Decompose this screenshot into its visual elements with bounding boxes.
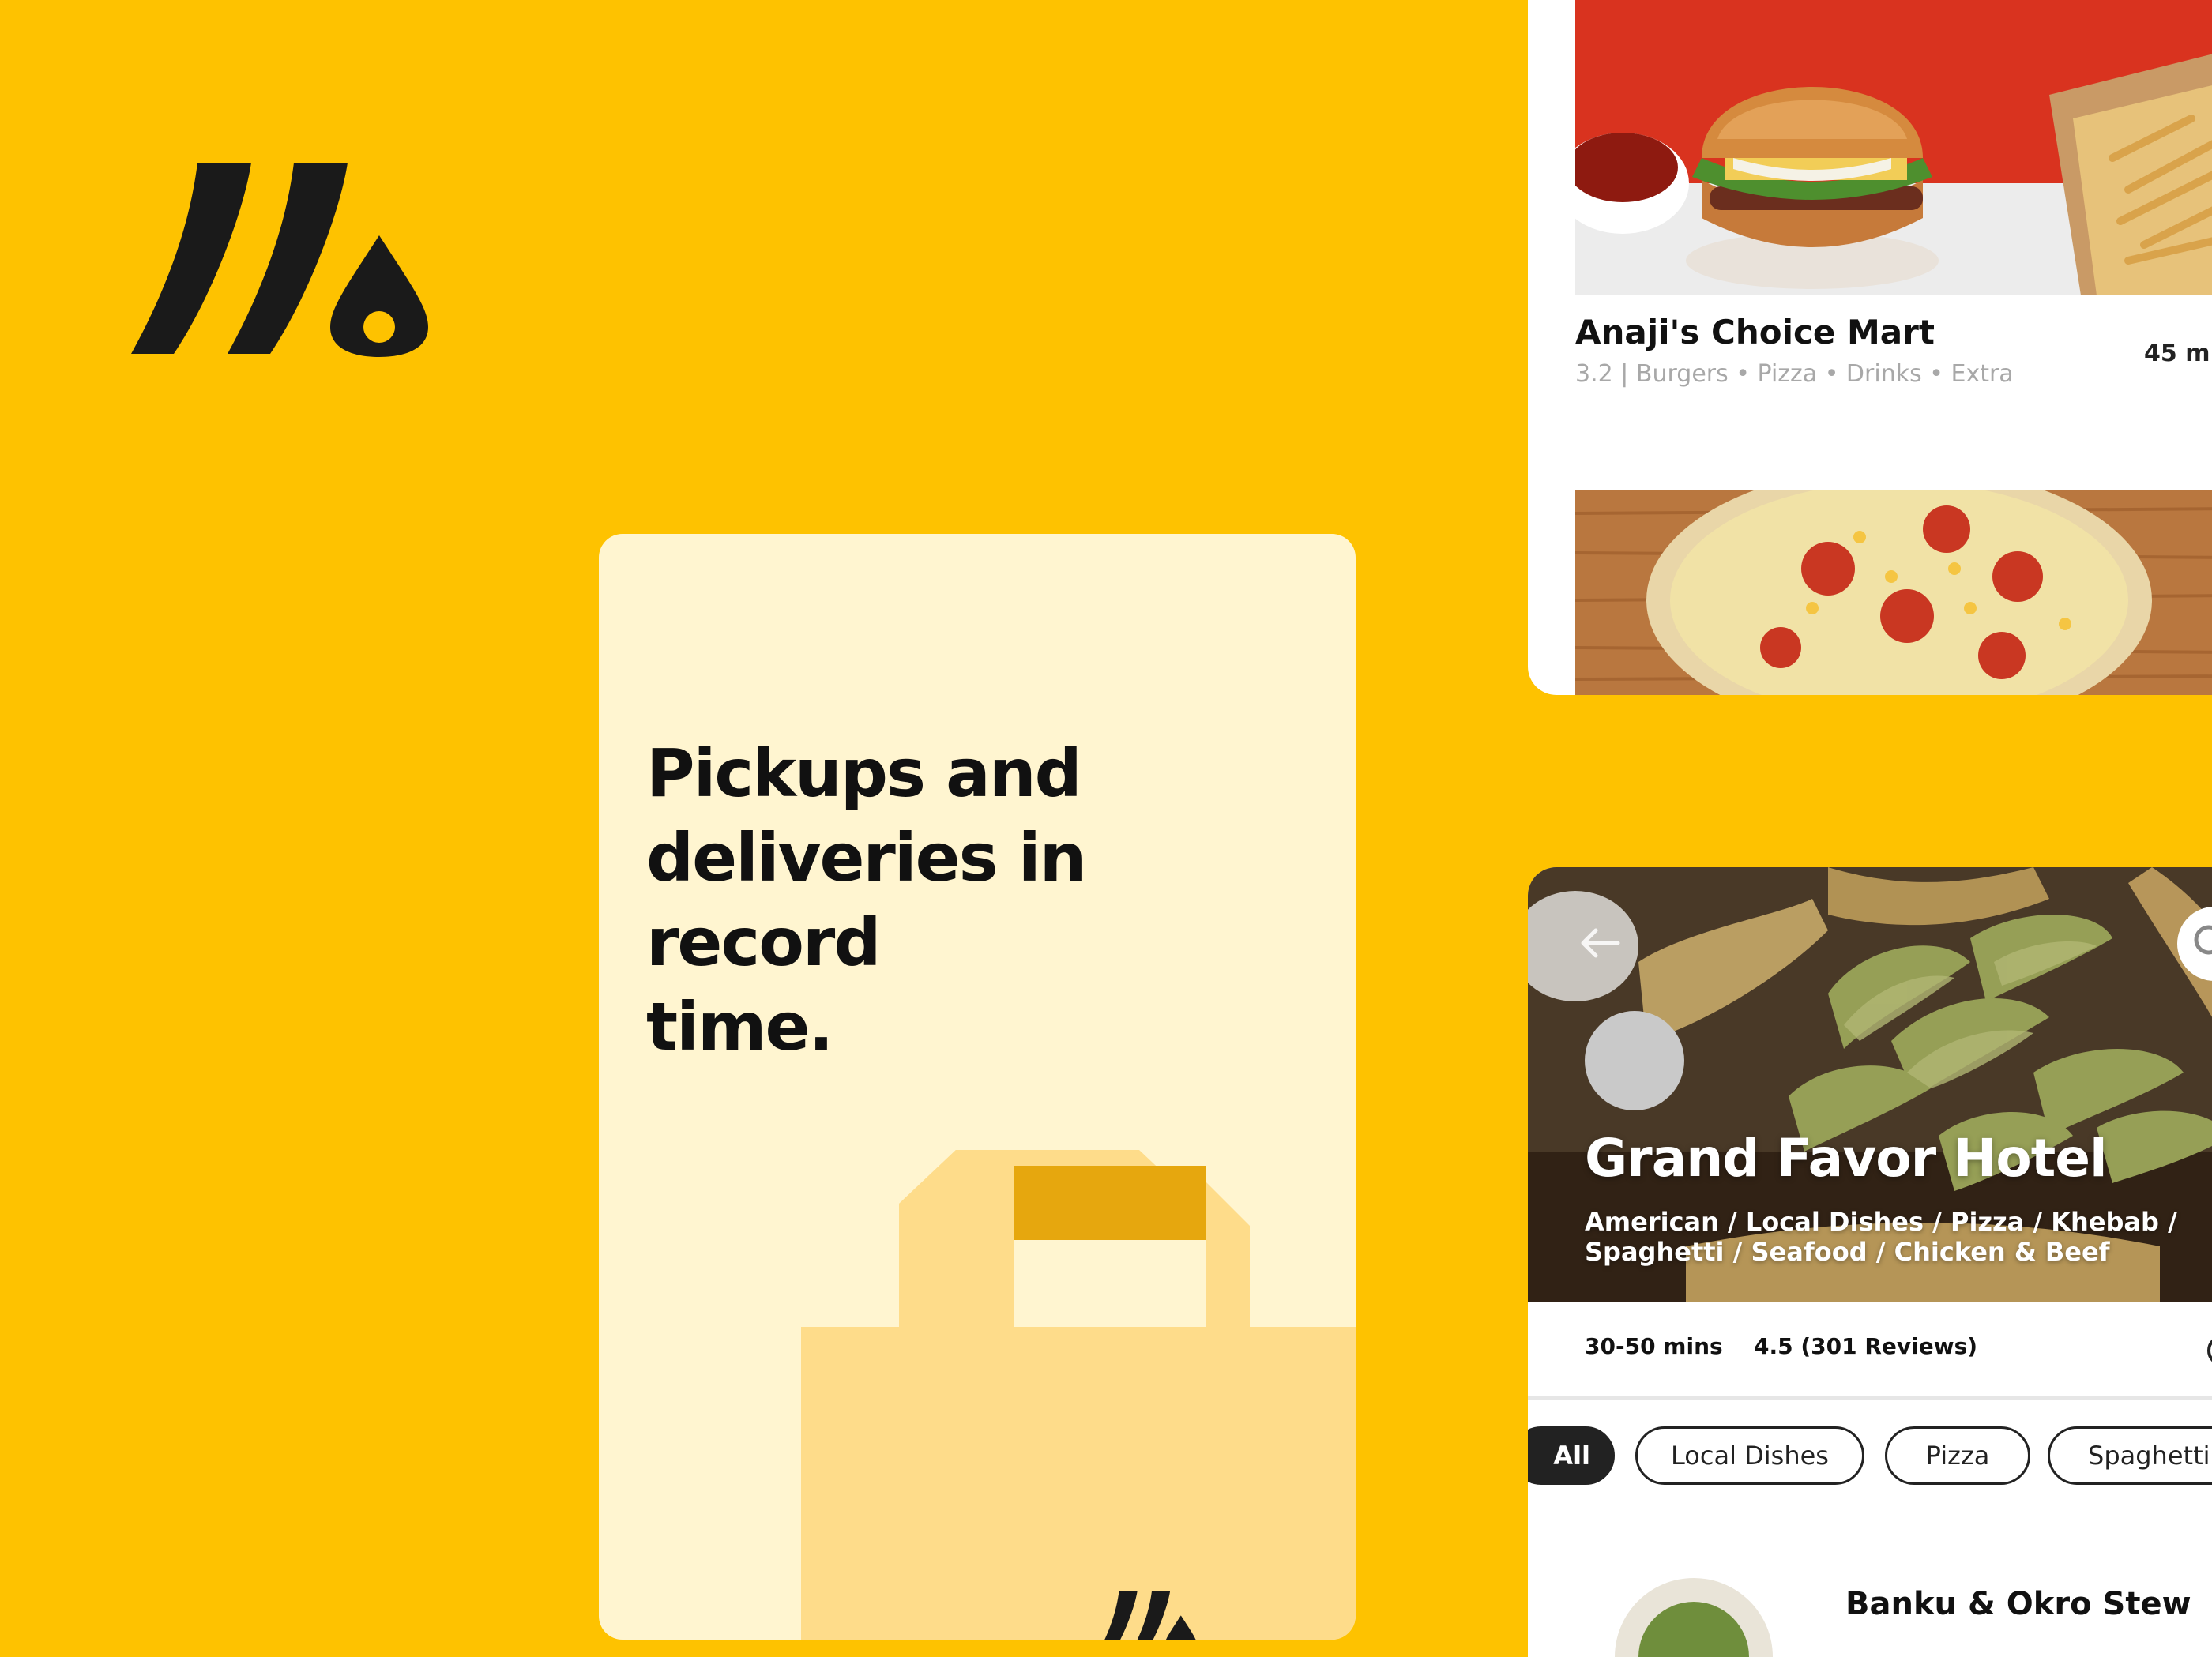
- store-name[interactable]: Anaji's Choice Mart: [1575, 313, 1935, 351]
- restaurant-list-card: Anaji's Choice Mart 3.2 | Burgers • Pizz…: [1528, 0, 2212, 695]
- dish-name[interactable]: Banku & Okro Stew: [1845, 1586, 2191, 1622]
- hotel-detail-card: Grand Favor Hotel American / Local Dishe…: [1528, 867, 2212, 1657]
- divider: [1528, 1396, 2212, 1400]
- store-meta: 3.2 | Burgers • Pizza • Drinks • Extra: [1575, 360, 2014, 388]
- dish-thumbnail[interactable]: [1615, 1578, 1773, 1657]
- hotel-cuisines: American / Local Dishes / Pizza / Khebab…: [1585, 1207, 2177, 1267]
- category-chip-all[interactable]: All: [1528, 1426, 1615, 1485]
- back-arrow-icon[interactable]: [1578, 927, 1621, 959]
- search-icon: [2194, 925, 2212, 955]
- headline-line: deliveries in record: [646, 819, 1086, 981]
- info-edge-icon[interactable]: [2207, 1335, 2212, 1366]
- shopping-bag-icon: [801, 1150, 1356, 1640]
- hotel-avatar: [1585, 1011, 1684, 1110]
- headline-line: time.: [646, 988, 833, 1065]
- category-chip-pizza[interactable]: Pizza: [1885, 1426, 2030, 1485]
- hotel-name: Grand Favor Hotel: [1585, 1128, 2108, 1189]
- brand-logo-icon: [131, 163, 428, 357]
- category-chip-local-dishes[interactable]: Local Dishes: [1635, 1426, 1864, 1485]
- promo-card: Pickups and deliveries in record time.: [599, 534, 1356, 1640]
- search-button[interactable]: [2177, 907, 2212, 981]
- category-chip-spaghetti[interactable]: Spaghetti: [2048, 1426, 2212, 1485]
- store-photo-pizza[interactable]: [1575, 490, 2212, 695]
- store-photo-burger[interactable]: [1575, 0, 2212, 295]
- hotel-delivery-time: 30-50 mins: [1585, 1333, 1723, 1359]
- promo-headline: Pickups and deliveries in record time.: [646, 731, 1326, 1069]
- hotel-rating: 4.5 (301 Reviews): [1754, 1333, 1978, 1359]
- headline-line: Pickups and: [646, 735, 1082, 812]
- store-delivery-time: 45 mi: [2144, 340, 2212, 367]
